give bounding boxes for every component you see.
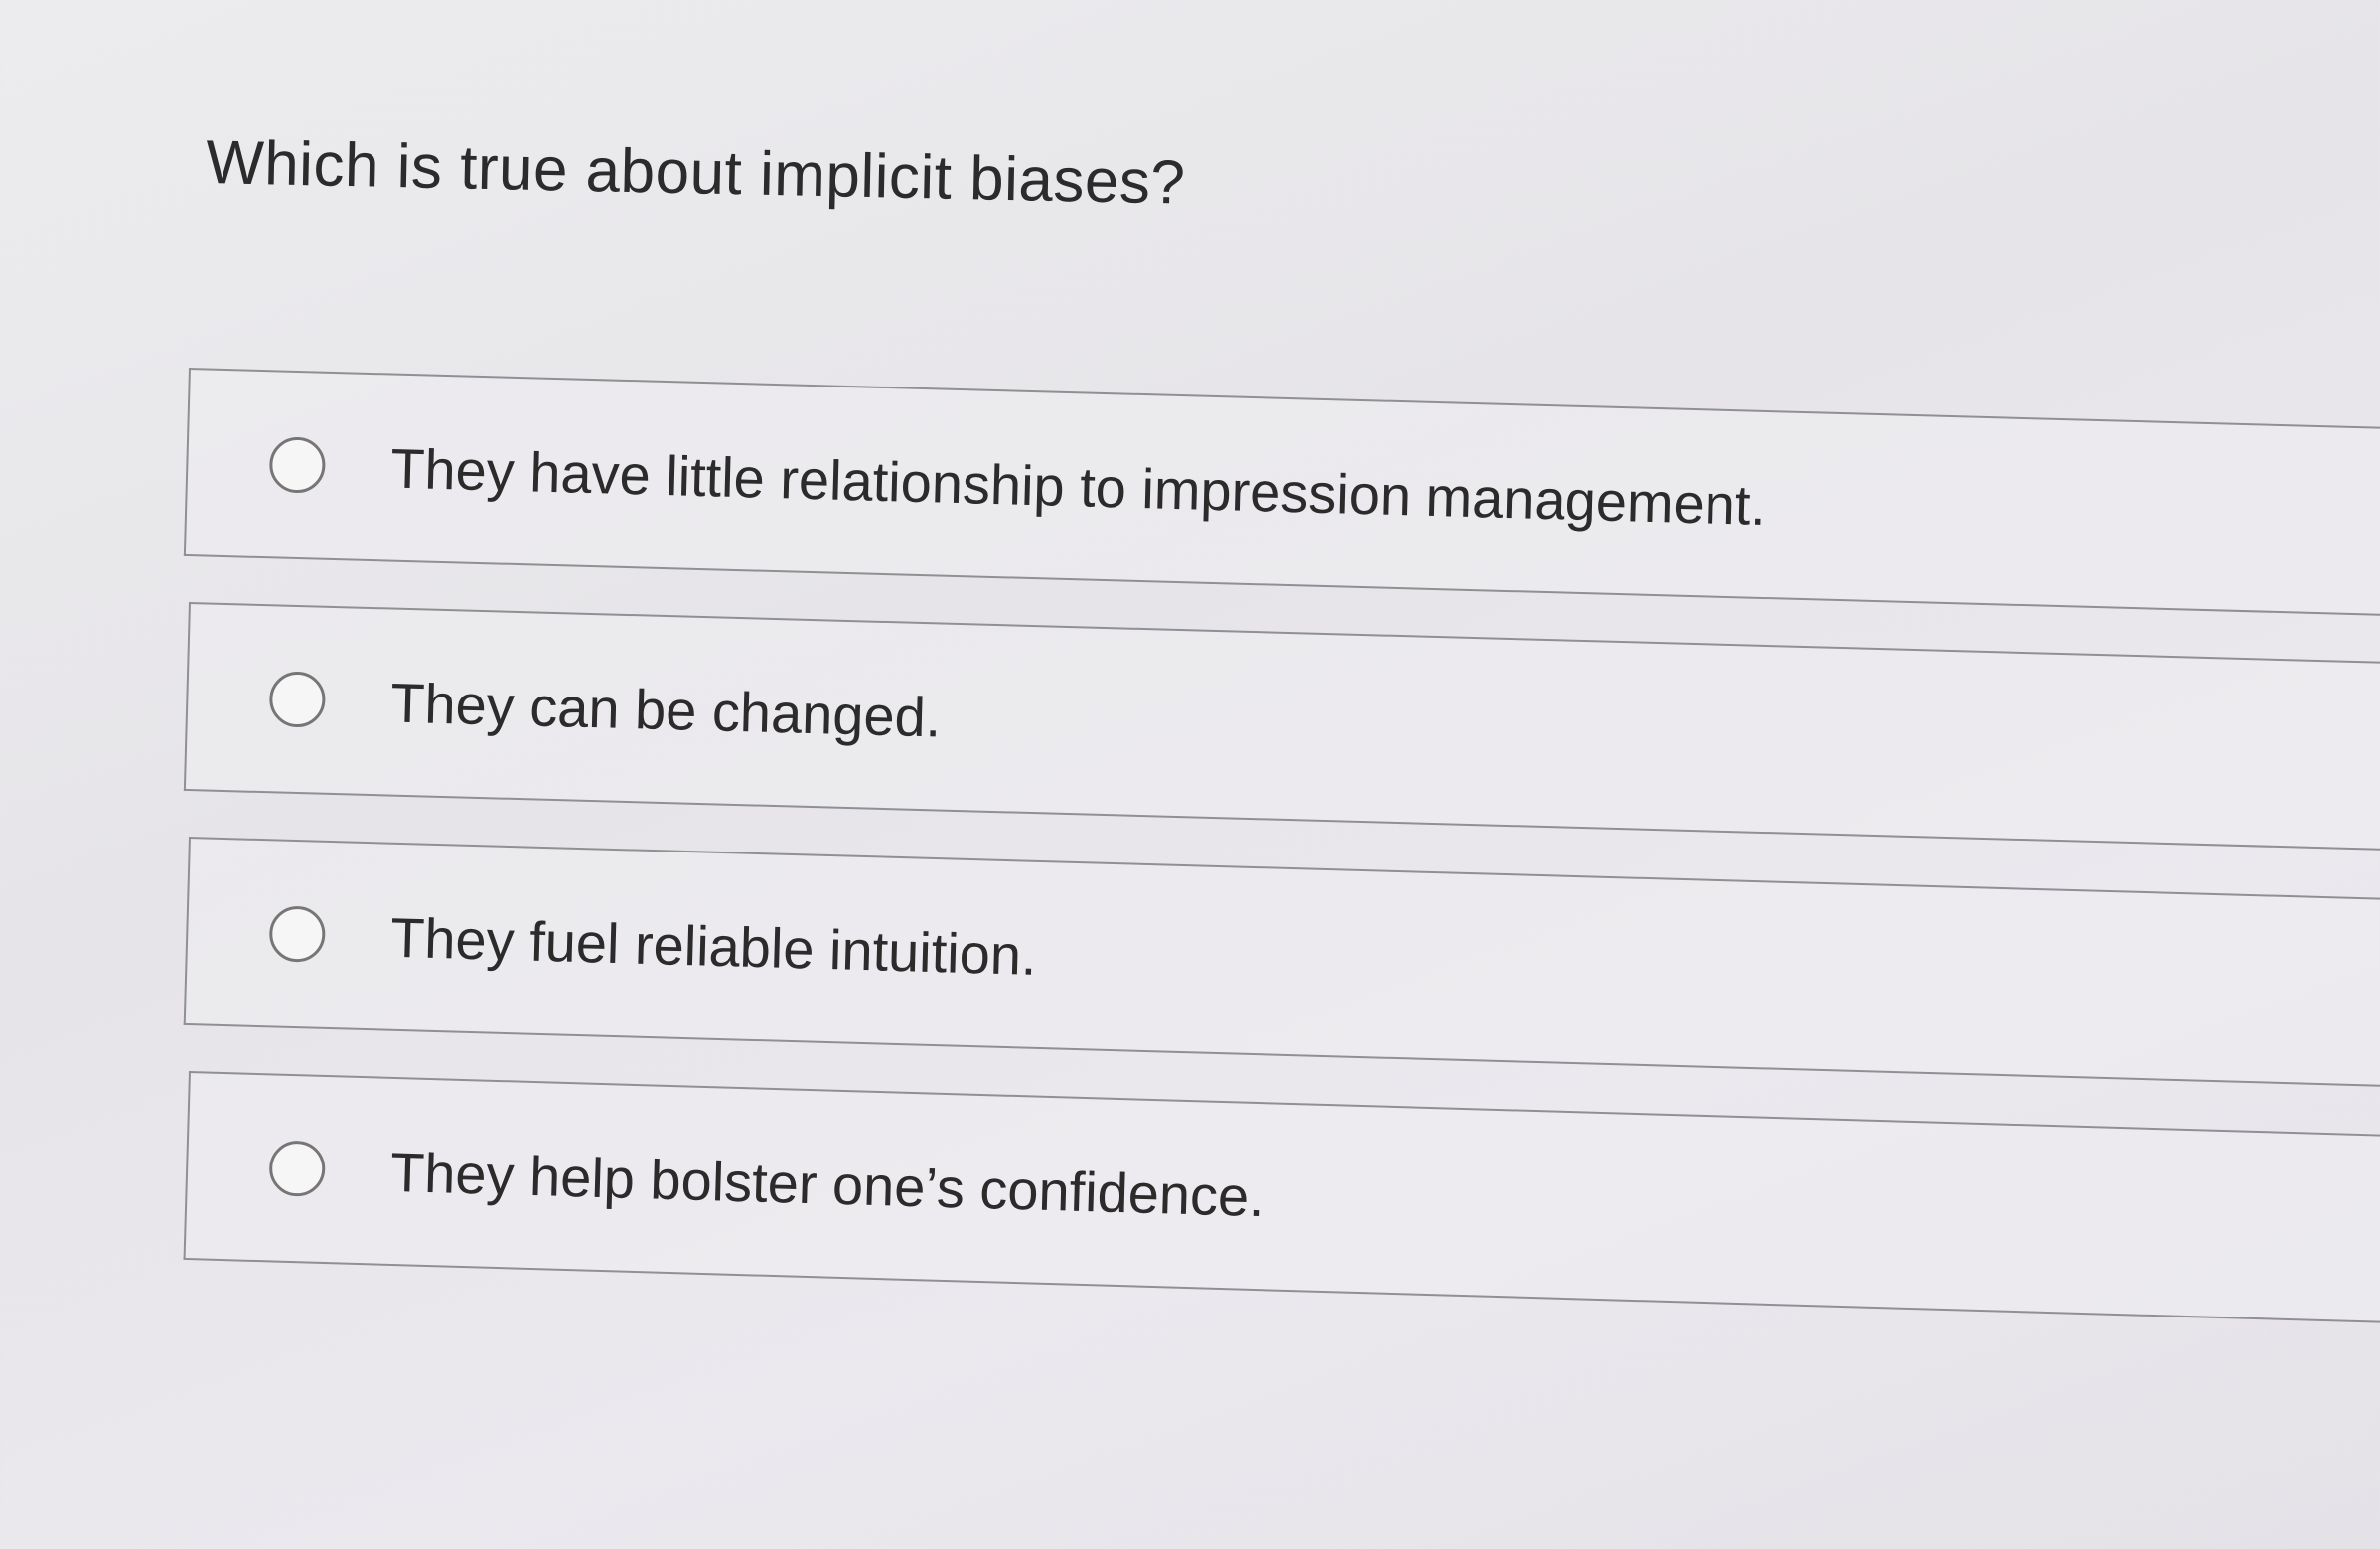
answer-option-label: They fuel reliable intuition. xyxy=(389,905,1038,987)
answer-option-1[interactable]: They have little relationship to impress… xyxy=(183,368,2380,617)
radio-button-icon[interactable] xyxy=(268,1140,327,1197)
radio-button-icon[interactable] xyxy=(268,905,327,963)
radio-button-icon[interactable] xyxy=(268,436,327,494)
answer-option-label: They help bolster one’s confidence. xyxy=(389,1140,1265,1228)
quiz-page: Which is true about implicit biases? The… xyxy=(0,0,2380,1549)
answer-option-4[interactable]: They help bolster one’s confidence. xyxy=(183,1071,2380,1324)
question-text: Which is true about implicit biases? xyxy=(205,127,1187,218)
answer-option-2[interactable]: They can be changed. xyxy=(183,602,2380,852)
answer-option-3[interactable]: They fuel reliable intuition. xyxy=(183,837,2380,1088)
radio-button-icon[interactable] xyxy=(268,671,327,728)
answer-option-label: They have little relationship to impress… xyxy=(389,436,1767,537)
answer-option-label: They can be changed. xyxy=(389,671,943,749)
